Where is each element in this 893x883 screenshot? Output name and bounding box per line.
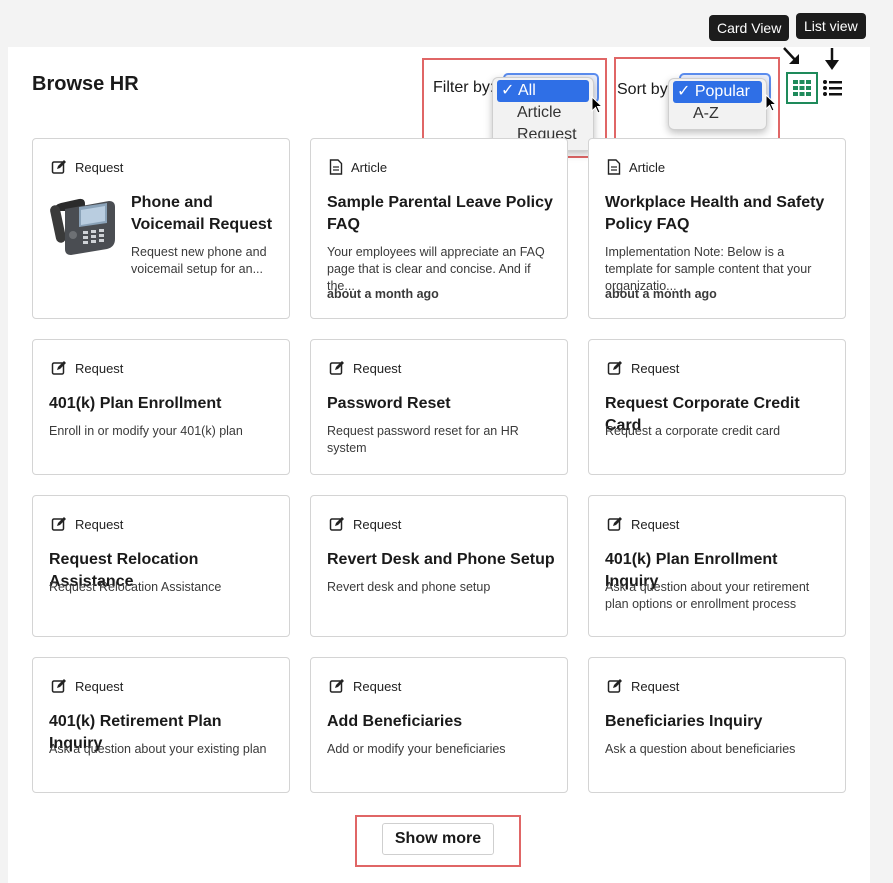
edit-icon <box>51 679 66 693</box>
edit-icon <box>607 679 622 693</box>
show-more-button[interactable]: Show more <box>382 823 494 855</box>
arrow-down-icon <box>825 48 839 70</box>
card-add-beneficiaries[interactable]: Request Add Beneficiaries Add or modify … <box>310 657 568 793</box>
card-view-tooltip: Card View <box>709 15 790 41</box>
card-timestamp: about a month ago <box>327 287 439 301</box>
card-title: Password Reset <box>327 395 451 412</box>
card-password-reset[interactable]: Request Password Reset Request password … <box>310 339 568 475</box>
card-type: Request <box>51 159 123 175</box>
card-title: Revert Desk and Phone Setup <box>327 551 555 568</box>
card-description: Ask a question about your retirement pla… <box>605 580 810 611</box>
card-relocation-assistance[interactable]: Request Request Relocation Assistance Re… <box>32 495 290 637</box>
card-description: Add or modify your beneficiaries <box>327 742 506 756</box>
card-description: Request new phone and voicemail setup fo… <box>131 245 267 276</box>
mouse-cursor-icon <box>591 96 603 114</box>
list-view-tooltip: List view <box>796 13 866 39</box>
edit-icon <box>51 517 66 531</box>
card-title: Workplace Health and Safety Policy FAQ <box>605 194 825 233</box>
filter-option-all[interactable]: ✓ All <box>497 80 589 102</box>
card-revert-desk-phone[interactable]: Request Revert Desk and Phone Setup Reve… <box>310 495 568 637</box>
card-description: Ask a question about beneficiaries <box>605 742 796 756</box>
edit-icon <box>607 517 622 531</box>
page-title: Browse HR <box>32 73 139 95</box>
card-description: Revert desk and phone setup <box>327 580 491 594</box>
card-type: Request <box>607 516 679 532</box>
card-workplace-health-faq[interactable]: Article Workplace Health and Safety Poli… <box>588 138 846 319</box>
card-401k-plan-enrollment[interactable]: Request 401(k) Plan Enrollment Enroll in… <box>32 339 290 475</box>
edit-icon <box>51 160 66 174</box>
check-icon: ✓ <box>677 83 691 100</box>
sort-option-popular[interactable]: ✓ Popular <box>673 81 762 103</box>
card-corporate-credit-card[interactable]: Request Request Corporate Credit Card Re… <box>588 339 846 475</box>
document-icon <box>329 159 343 175</box>
card-type: Request <box>329 516 401 532</box>
filter-option-article[interactable]: Article <box>497 102 589 124</box>
sort-dropdown-menu: ✓ Popular A-Z <box>668 78 767 130</box>
card-description: Enroll in or modify your 401(k) plan <box>49 424 243 438</box>
grid-icon <box>793 80 811 96</box>
card-type: Request <box>607 678 679 694</box>
card-401k-retirement-inquiry[interactable]: Request 401(k) Retirement Plan Inquiry A… <box>32 657 290 793</box>
card-title: 401(k) Plan Enrollment <box>49 395 222 412</box>
card-phone-voicemail-request[interactable]: Request Phone and Voicemail Request Requ… <box>32 138 290 319</box>
sort-label: Sort by: <box>617 81 673 98</box>
card-description: Ask a question about your existing plan <box>49 742 267 756</box>
edit-icon <box>607 361 622 375</box>
card-type: Request <box>329 360 401 376</box>
ip-phone-image <box>50 198 115 255</box>
card-timestamp: about a month ago <box>605 287 717 301</box>
mouse-cursor-icon <box>765 94 777 112</box>
check-icon: ✓ <box>501 82 515 99</box>
card-type: Article <box>607 159 665 175</box>
edit-icon <box>51 361 66 375</box>
card-type: Request <box>51 360 123 376</box>
card-parental-leave-faq[interactable]: Article Sample Parental Leave Policy FAQ… <box>310 138 568 319</box>
edit-icon <box>329 517 344 531</box>
card-type: Article <box>329 159 387 175</box>
card-beneficiaries-inquiry[interactable]: Request Beneficiaries Inquiry Ask a ques… <box>588 657 846 793</box>
edit-icon <box>329 361 344 375</box>
card-title: Add Beneficiaries <box>327 713 463 730</box>
document-icon <box>607 159 621 175</box>
filter-label: Filter by: <box>433 79 495 96</box>
sort-option-a-z[interactable]: A-Z <box>673 103 762 125</box>
card-title: Beneficiaries Inquiry <box>605 713 763 730</box>
card-type: Request <box>329 678 401 694</box>
card-description: Request password reset for an HR system <box>327 424 519 455</box>
card-type: Request <box>51 516 123 532</box>
card-description: Request a corporate credit card <box>605 424 781 438</box>
card-title: Phone and Voicemail Request <box>131 194 273 233</box>
list-view-button[interactable] <box>822 76 844 100</box>
card-title: Sample Parental Leave Policy FAQ <box>327 194 553 233</box>
card-description: Request Relocation Assistance <box>49 580 222 594</box>
edit-icon <box>329 679 344 693</box>
arrow-down-right-icon <box>783 47 799 64</box>
card-type: Request <box>607 360 679 376</box>
card-view-button[interactable] <box>786 72 818 104</box>
card-type: Request <box>51 678 123 694</box>
card-401k-enrollment-inquiry[interactable]: Request 401(k) Plan Enrollment Inquiry A… <box>588 495 846 637</box>
